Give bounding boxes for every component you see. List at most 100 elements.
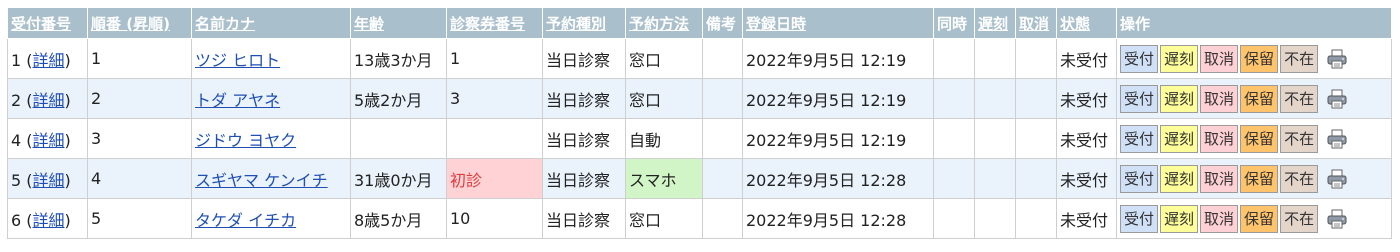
name-kana-cell: スギヤマ ケンイチ — [191, 158, 351, 199]
reception-no-cell: 6 (詳細) — [7, 198, 88, 239]
sort-status-link[interactable]: 状態 — [1060, 15, 1090, 33]
order-cell: 5 — [87, 198, 192, 239]
accept-button[interactable]: 受付 — [1120, 124, 1159, 153]
cancel-button[interactable]: 取消 — [1200, 204, 1239, 233]
sort-age-link[interactable]: 年齢 — [354, 15, 384, 33]
cancel-cell — [1015, 78, 1057, 119]
reservation-method-cell: 窓口 — [625, 198, 703, 239]
table-row: 1 (詳細) 1 ツジ ヒロト 13歳3か月 1 当日診察 窓口 2022年9月… — [7, 38, 1392, 79]
late-button[interactable]: 遅刻 — [1160, 124, 1199, 153]
ticket-no-cell: 1 — [446, 38, 543, 79]
cancel-button[interactable]: 取消 — [1200, 44, 1239, 73]
accept-button[interactable]: 受付 — [1120, 204, 1159, 233]
col-age: 年齢 — [350, 7, 447, 39]
sort-name-kana-link[interactable]: 名前カナ — [195, 15, 255, 33]
hold-button[interactable]: 保留 — [1240, 84, 1279, 113]
detail-link[interactable]: 詳細 — [33, 211, 65, 230]
status-cell: 未受付 — [1056, 198, 1117, 239]
registered-at-cell: 2022年9月5日 12:19 — [742, 38, 934, 79]
printer-icon[interactable] — [1326, 88, 1348, 110]
age-cell — [350, 118, 447, 159]
hold-button[interactable]: 保留 — [1240, 164, 1279, 193]
col-name-kana: 名前カナ — [191, 7, 351, 39]
paren-close: ) — [64, 90, 71, 110]
name-kana-cell: ジドウ ヨヤク — [191, 118, 351, 159]
col-reservation-type: 予約種別 — [542, 7, 626, 39]
concurrent-cell — [933, 198, 975, 239]
registered-at-cell: 2022年9月5日 12:28 — [742, 158, 934, 199]
detail-link[interactable]: 詳細 — [33, 171, 65, 190]
sort-reception-no-link[interactable]: 受付番号 — [11, 15, 71, 33]
patient-name-link[interactable]: ジドウ ヨヤク — [195, 131, 296, 150]
name-kana-cell: トダ アヤネ — [191, 78, 351, 119]
reservation-type-cell: 当日診察 — [542, 38, 626, 79]
sort-late-link[interactable]: 遅刻 — [978, 15, 1008, 33]
printer-icon[interactable] — [1326, 128, 1348, 150]
reservation-method-cell: 窓口 — [625, 38, 703, 79]
detail-link[interactable]: 詳細 — [33, 131, 65, 150]
late-button[interactable]: 遅刻 — [1160, 164, 1199, 193]
hold-button[interactable]: 保留 — [1240, 44, 1279, 73]
sort-reservation-method-link[interactable]: 予約方法 — [629, 15, 689, 33]
patient-name-link[interactable]: ツジ ヒロト — [195, 51, 280, 70]
concurrent-cell — [933, 118, 975, 159]
concurrent-cell — [933, 38, 975, 79]
absent-button[interactable]: 不在 — [1280, 44, 1319, 73]
action-buttons: 受付 遅刻 取消 保留 不在 — [1120, 124, 1388, 153]
late-cell — [974, 118, 1016, 159]
detail-link[interactable]: 詳細 — [33, 51, 65, 70]
reservation-type-cell: 当日診察 — [542, 198, 626, 239]
accept-button[interactable]: 受付 — [1120, 84, 1159, 113]
table-body: 1 (詳細) 1 ツジ ヒロト 13歳3か月 1 当日診察 窓口 2022年9月… — [7, 38, 1392, 239]
hold-button[interactable]: 保留 — [1240, 124, 1279, 153]
col-status: 状態 — [1056, 7, 1117, 39]
reception-no-cell: 1 (詳細) — [7, 38, 88, 79]
reservation-table: 受付番号 順番 (昇順) 名前カナ 年齢 診察券番号 予約種別 予約方法 備考 … — [7, 7, 1392, 239]
action-buttons: 受付 遅刻 取消 保留 不在 — [1120, 204, 1388, 233]
cancel-button[interactable]: 取消 — [1200, 84, 1239, 113]
printer-icon[interactable] — [1326, 48, 1348, 70]
status-cell: 未受付 — [1056, 38, 1117, 79]
paren-open: ( — [21, 210, 33, 230]
printer-icon[interactable] — [1326, 208, 1348, 230]
detail-link[interactable]: 詳細 — [33, 91, 65, 110]
registered-at-cell: 2022年9月5日 12:19 — [742, 78, 934, 119]
cancel-cell — [1015, 38, 1057, 79]
cancel-cell — [1015, 158, 1057, 199]
hold-button[interactable]: 保留 — [1240, 204, 1279, 233]
sort-cancel-link[interactable]: 取消 — [1019, 15, 1049, 33]
remarks-cell — [702, 198, 743, 239]
col-ticket-no: 診察券番号 — [446, 7, 543, 39]
sort-ticket-no-link[interactable]: 診察券番号 — [450, 15, 525, 33]
accept-button[interactable]: 受付 — [1120, 164, 1159, 193]
col-reservation-method: 予約方法 — [625, 7, 703, 39]
sort-registered-at-link[interactable]: 登録日時 — [746, 15, 806, 33]
patient-name-link[interactable]: トダ アヤネ — [195, 91, 280, 110]
late-button[interactable]: 遅刻 — [1160, 204, 1199, 233]
late-button[interactable]: 遅刻 — [1160, 44, 1199, 73]
absent-button[interactable]: 不在 — [1280, 124, 1319, 153]
patient-name-link[interactable]: タケダ イチカ — [195, 211, 296, 230]
late-cell — [974, 78, 1016, 119]
reservation-list: 受付番号 順番 (昇順) 名前カナ 年齢 診察券番号 予約種別 予約方法 備考 … — [7, 7, 1392, 239]
ticket-no-cell — [446, 118, 543, 159]
action-buttons: 受付 遅刻 取消 保留 不在 — [1120, 164, 1388, 193]
col-late: 遅刻 — [974, 7, 1016, 39]
absent-button[interactable]: 不在 — [1280, 204, 1319, 233]
accept-button[interactable]: 受付 — [1120, 44, 1159, 73]
printer-icon[interactable] — [1326, 168, 1348, 190]
age-cell: 5歳2か月 — [350, 78, 447, 119]
reception-no: 2 — [11, 90, 22, 110]
order-cell: 1 — [87, 38, 192, 79]
sort-order-link[interactable]: 順番 (昇順) — [91, 15, 170, 33]
reception-no: 1 — [11, 50, 22, 70]
ticket-no-cell: 初診 — [446, 158, 543, 199]
table-header: 受付番号 順番 (昇順) 名前カナ 年齢 診察券番号 予約種別 予約方法 備考 … — [7, 7, 1392, 39]
absent-button[interactable]: 不在 — [1280, 84, 1319, 113]
absent-button[interactable]: 不在 — [1280, 164, 1319, 193]
late-button[interactable]: 遅刻 — [1160, 84, 1199, 113]
sort-reservation-type-link[interactable]: 予約種別 — [546, 15, 606, 33]
cancel-button[interactable]: 取消 — [1200, 124, 1239, 153]
patient-name-link[interactable]: スギヤマ ケンイチ — [195, 171, 328, 190]
cancel-button[interactable]: 取消 — [1200, 164, 1239, 193]
